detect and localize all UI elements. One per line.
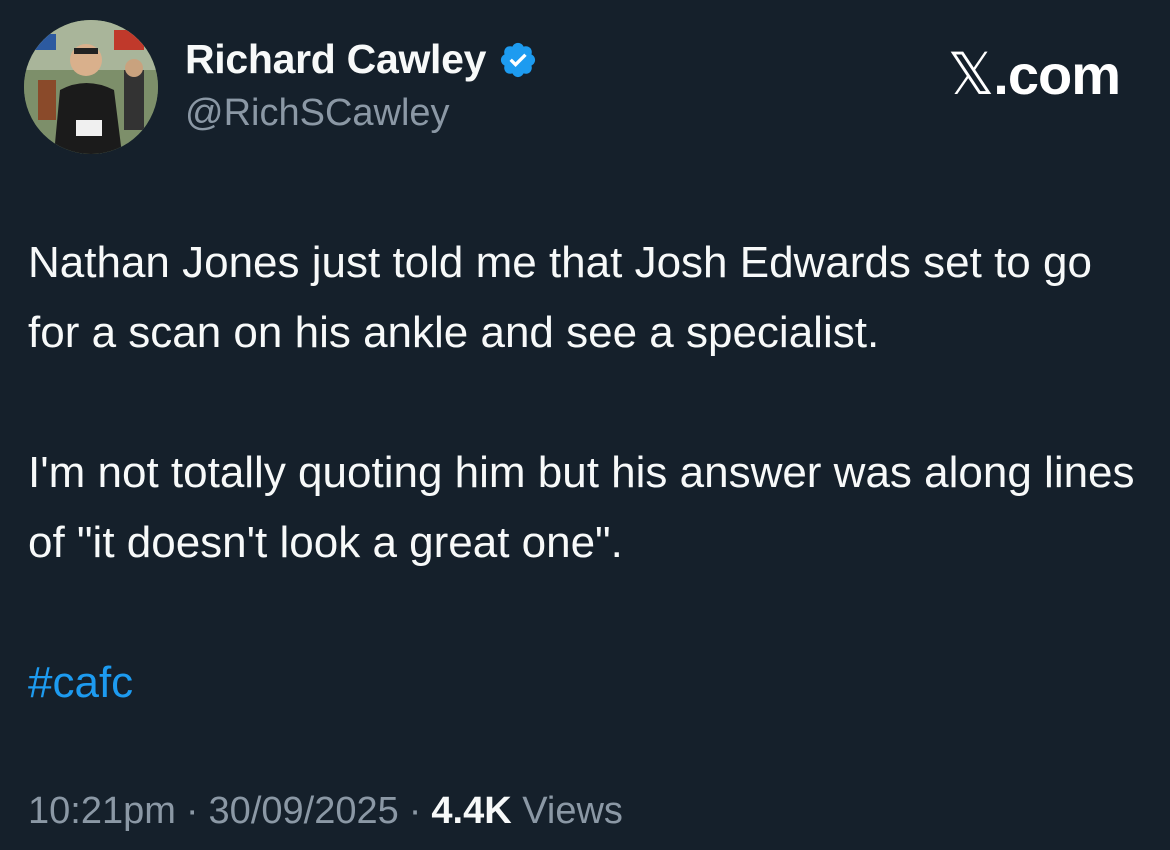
- meta-separator: ·: [185, 790, 199, 832]
- tweet-paragraph-2: I'm not totally quoting him but his answ…: [28, 448, 1135, 567]
- x-logo-icon: 𝕏: [947, 40, 995, 108]
- tweet-meta: 10:21pm · 30/09/2025 · 4.4K Views: [28, 790, 623, 833]
- tweet-time[interactable]: 10:21pm: [28, 790, 176, 833]
- brand-suffix: .com: [993, 43, 1121, 106]
- tweet-card: Richard Cawley @RichSCawley 𝕏 .com Nathan…: [0, 0, 1170, 850]
- avatar[interactable]: [24, 20, 158, 154]
- x-brand-logo: 𝕏 .com: [947, 40, 1121, 108]
- meta-separator: ·: [408, 790, 422, 832]
- author-name-row[interactable]: Richard Cawley: [185, 36, 538, 83]
- runner-avatar-icon: [24, 20, 158, 154]
- views-label: Views: [522, 790, 623, 832]
- display-name[interactable]: Richard Cawley: [185, 36, 486, 83]
- tweet-paragraph-1: Nathan Jones just told me that Josh Edwa…: [28, 238, 1092, 357]
- author-handle[interactable]: @RichSCawley: [185, 92, 450, 135]
- views-count: 4.4K: [431, 790, 512, 832]
- tweet-text: Nathan Jones just told me that Josh Edwa…: [28, 228, 1148, 718]
- verified-badge-icon: [501, 42, 536, 77]
- tweet-date[interactable]: 30/09/2025: [209, 790, 399, 833]
- hashtag-link[interactable]: #cafc: [28, 658, 133, 707]
